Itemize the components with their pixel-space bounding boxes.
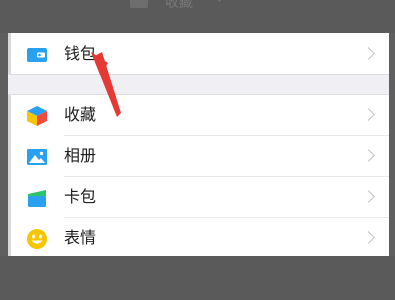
- annotation-arrow-icon: [91, 52, 121, 117]
